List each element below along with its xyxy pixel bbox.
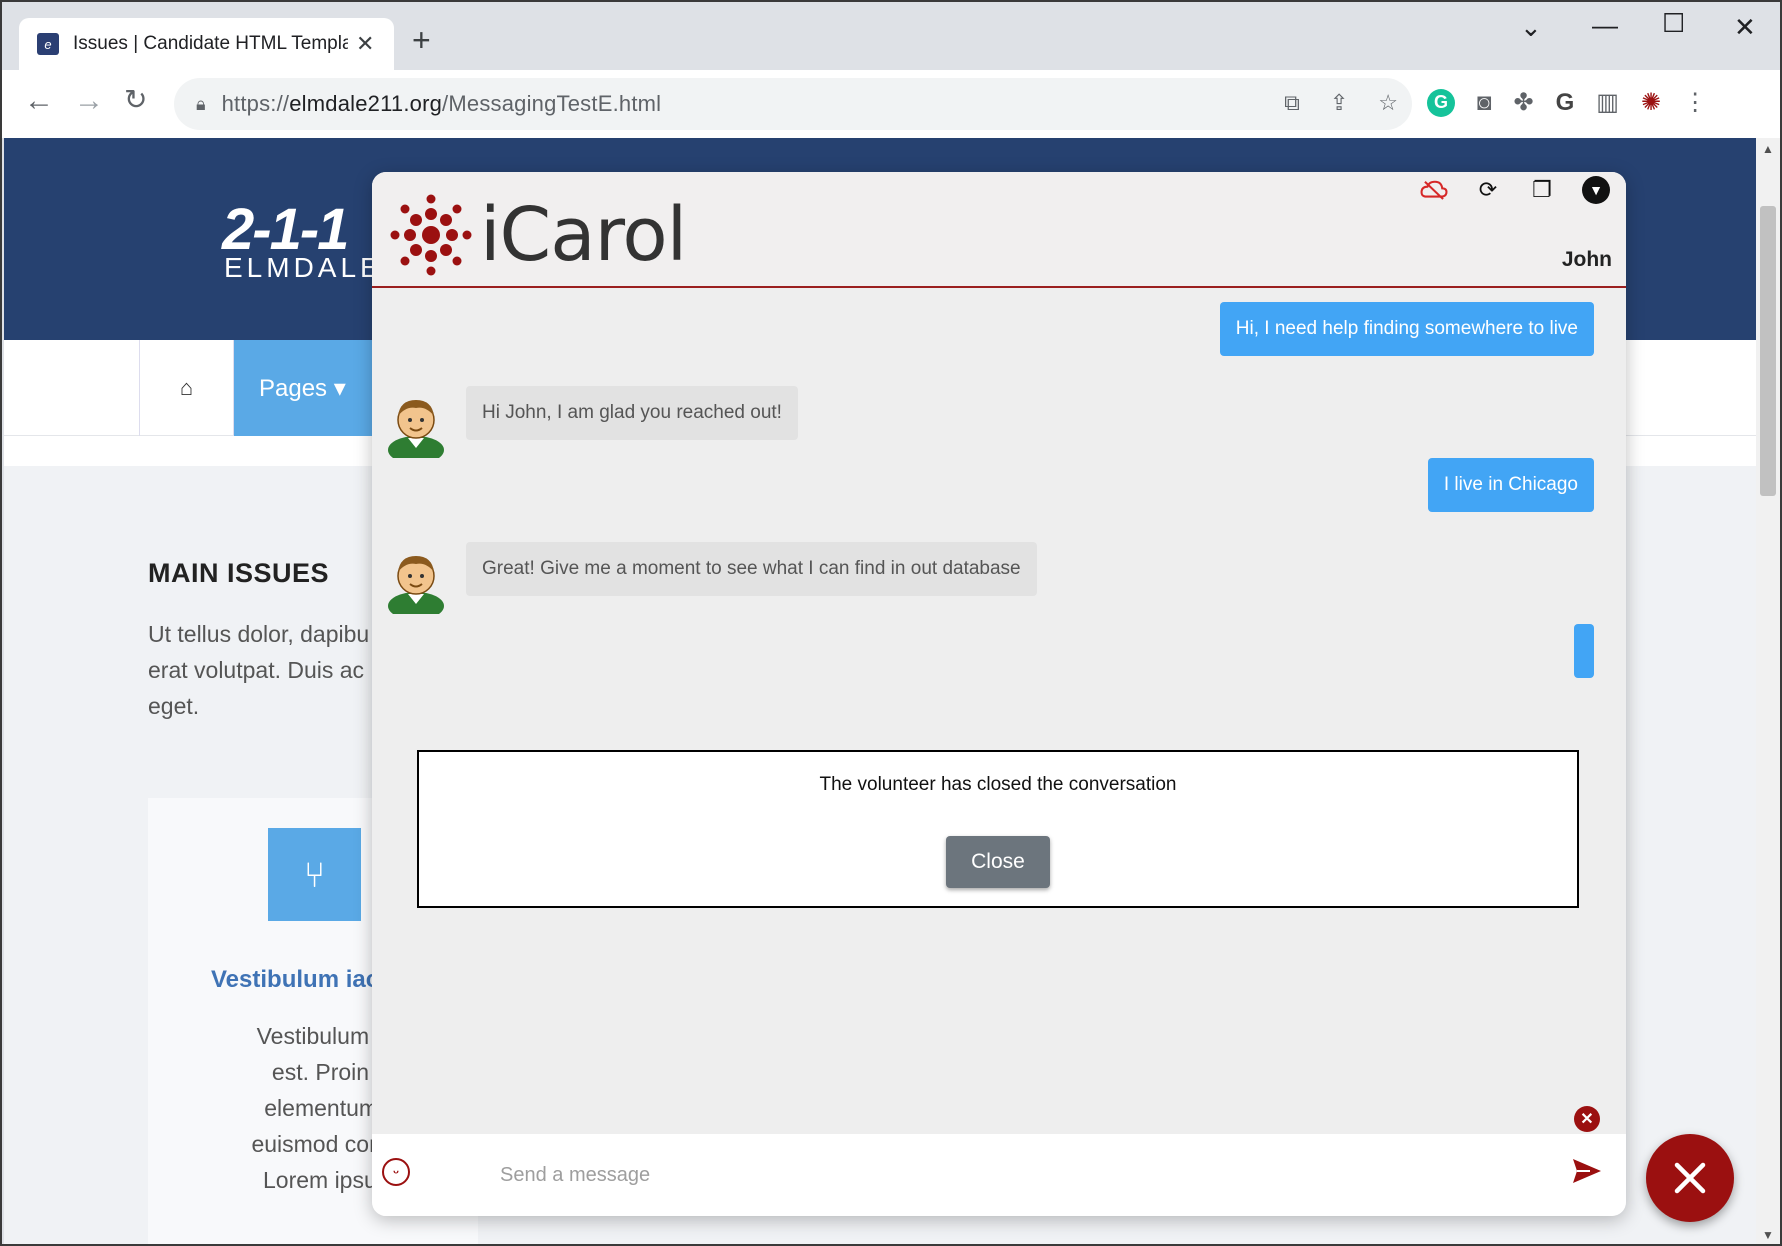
send-icon[interactable] bbox=[1570, 1154, 1604, 1188]
message-user-partial bbox=[1574, 624, 1594, 678]
conversation-closed-dialog: The volunteer has closed the conversatio… bbox=[417, 750, 1579, 908]
message-composer: ᵕ bbox=[372, 1134, 1626, 1216]
tab-title: Issues | Candidate HTML Templat bbox=[73, 33, 348, 54]
chat-widget: iCarol ⟳ ❐ ▼ John Hi, I need help findin… bbox=[372, 172, 1626, 1216]
chat-user-name: John bbox=[1561, 248, 1612, 271]
error-dismiss-icon[interactable]: ✕ bbox=[1574, 1106, 1600, 1132]
intro-line: eget. bbox=[148, 693, 200, 719]
minimize-button[interactable]: — bbox=[1592, 10, 1618, 41]
browser-toolbar: ← → ↻ 🔒︎ https://elmdale211.org/Messagin… bbox=[2, 70, 1780, 138]
scrollbar-thumb[interactable] bbox=[1760, 206, 1776, 496]
browser-tab[interactable]: e Issues | Candidate HTML Templat ✕ bbox=[19, 18, 394, 70]
tab-close-icon[interactable]: ✕ bbox=[356, 31, 374, 57]
tab-search-chevron-icon[interactable]: ⌄ bbox=[1520, 12, 1542, 43]
url-text[interactable]: https://elmdale211.org/MessagingTestE.ht… bbox=[222, 91, 662, 117]
refresh-icon[interactable]: ⟳ bbox=[1474, 176, 1502, 204]
intro-line: Ut tellus dolor, dapibu bbox=[148, 621, 370, 647]
site-logo-subtitle: ELMDALE bbox=[224, 252, 383, 283]
message-user: Hi, I need help finding somewhere to liv… bbox=[1219, 302, 1594, 356]
side-panel-icon[interactable]: ▥ bbox=[1596, 88, 1619, 117]
card-title[interactable]: Vestibulum iac bbox=[211, 966, 379, 994]
close-chat-fab[interactable] bbox=[1646, 1134, 1734, 1222]
brand-logo: iCarol bbox=[390, 192, 687, 278]
message-agent: Hi John, I am glad you reached out! bbox=[466, 386, 798, 440]
camera-icon[interactable]: ◙ bbox=[1477, 89, 1492, 117]
omnibox-actions: ⧉ ⇪ ☆ bbox=[1284, 90, 1398, 116]
grammarly-icon[interactable]: G bbox=[1427, 88, 1455, 117]
message-list: Hi, I need help finding somewhere to liv… bbox=[372, 290, 1626, 1150]
emoji-icon[interactable]: ᵕ bbox=[382, 1158, 410, 1186]
icarol-extension-icon[interactable]: ✺ bbox=[1641, 88, 1661, 117]
intro-line: erat volutpat. Duis ac bbox=[148, 657, 365, 683]
message-user: I live in Chicago bbox=[1427, 458, 1594, 512]
bookmark-star-icon[interactable]: ☆ bbox=[1378, 90, 1398, 116]
extensions-area: G ◙ ✤ G ▥ ✺ ⋮ bbox=[1427, 88, 1707, 117]
browser-window: e Issues | Candidate HTML Templat ✕ + ⌄ … bbox=[0, 0, 1782, 1246]
message-input[interactable] bbox=[500, 1148, 1500, 1202]
close-icon bbox=[1674, 1162, 1706, 1194]
nav-pages-menu[interactable]: Pages ▾ bbox=[234, 340, 379, 436]
volunteer-avatar bbox=[388, 400, 444, 458]
scroll-down-arrow-icon[interactable]: ▼ bbox=[1762, 1228, 1774, 1242]
google-g-icon[interactable]: G bbox=[1556, 89, 1575, 117]
tab-bar: e Issues | Candidate HTML Templat ✕ + ⌄ … bbox=[2, 2, 1780, 70]
new-tab-button[interactable]: + bbox=[412, 24, 431, 56]
browser-menu-icon[interactable]: ⋮ bbox=[1683, 88, 1707, 117]
share-icon[interactable]: ⇪ bbox=[1330, 90, 1348, 116]
dialog-message: The volunteer has closed the conversatio… bbox=[819, 774, 1177, 795]
translate-icon[interactable]: ⧉ bbox=[1284, 90, 1300, 116]
window-close-button[interactable]: ✕ bbox=[1734, 12, 1756, 43]
forward-arrow-icon[interactable]: → bbox=[74, 86, 104, 116]
site-favicon-icon: e bbox=[37, 33, 59, 55]
reload-icon[interactable]: ↻ bbox=[124, 86, 147, 114]
back-arrow-icon[interactable]: ← bbox=[24, 86, 54, 116]
url-host: elmdale211.org bbox=[289, 91, 443, 116]
message-agent: Great! Give me a moment to see what I ca… bbox=[466, 542, 1037, 596]
brand-name: iCarol bbox=[480, 192, 687, 278]
minimize-chevron-icon[interactable]: ▼ bbox=[1582, 176, 1610, 204]
volunteer-avatar bbox=[388, 556, 444, 614]
chat-header: iCarol ⟳ ❐ ▼ John bbox=[372, 172, 1626, 288]
maximize-button[interactable]: ☐ bbox=[1662, 8, 1685, 39]
intro-paragraph: Ut tellus dolor, dapibu erat volutpat. D… bbox=[148, 616, 388, 724]
cloud-offline-icon[interactable] bbox=[1420, 176, 1448, 204]
scroll-up-arrow-icon[interactable]: ▲ bbox=[1762, 142, 1774, 156]
close-dialog-button[interactable]: Close bbox=[946, 836, 1050, 888]
popout-window-icon[interactable]: ❐ bbox=[1528, 176, 1556, 204]
address-bar[interactable]: 🔒︎ https://elmdale211.org/MessagingTestE… bbox=[174, 78, 1412, 130]
main-issues-heading: MAIN ISSUES bbox=[148, 558, 330, 588]
lock-icon: 🔒︎ bbox=[196, 93, 206, 114]
url-path: /MessagingTestE.html bbox=[442, 91, 662, 116]
url-scheme: https:// bbox=[221, 91, 290, 116]
chat-header-actions: ⟳ ❐ ▼ bbox=[1420, 176, 1610, 204]
branch-icon: ⑂ bbox=[268, 828, 361, 921]
page-scrollbar[interactable]: ▲ ▼ bbox=[1756, 138, 1780, 1244]
icarol-logo-icon bbox=[390, 194, 472, 276]
nav-home-icon[interactable]: ⌂ bbox=[139, 340, 234, 436]
puzzle-extensions-icon[interactable]: ✤ bbox=[1514, 88, 1534, 117]
